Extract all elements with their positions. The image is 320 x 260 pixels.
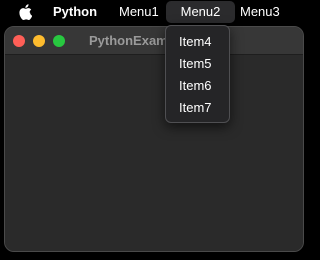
app-window: PythonExam [4, 26, 304, 252]
menu-item-item6[interactable]: Item6 [179, 75, 212, 97]
window-titlebar[interactable]: PythonExam [5, 27, 303, 55]
close-button[interactable] [13, 35, 25, 47]
menu-bar: Python Menu1 Menu2 Menu3 [0, 0, 309, 24]
window-title: PythonExam [89, 33, 168, 48]
menu-3[interactable]: Menu3 [240, 0, 280, 24]
minimize-button[interactable] [33, 35, 45, 47]
menu-item-item4[interactable]: Item4 [179, 31, 212, 53]
menu-1[interactable]: Menu1 [119, 0, 159, 24]
window-content [5, 55, 303, 251]
menu2-dropdown: Item4 Item5 Item6 Item7 [165, 25, 230, 123]
maximize-button[interactable] [53, 35, 65, 47]
desktop: Python Menu1 Menu2 Menu3 PythonExam Item… [0, 0, 309, 260]
menu-item-item5[interactable]: Item5 [179, 53, 212, 75]
menu-2[interactable]: Menu2 [166, 1, 235, 23]
menu-item-item7[interactable]: Item7 [179, 97, 212, 119]
app-name-menu[interactable]: Python [53, 0, 97, 24]
apple-logo-icon[interactable] [18, 4, 32, 20]
